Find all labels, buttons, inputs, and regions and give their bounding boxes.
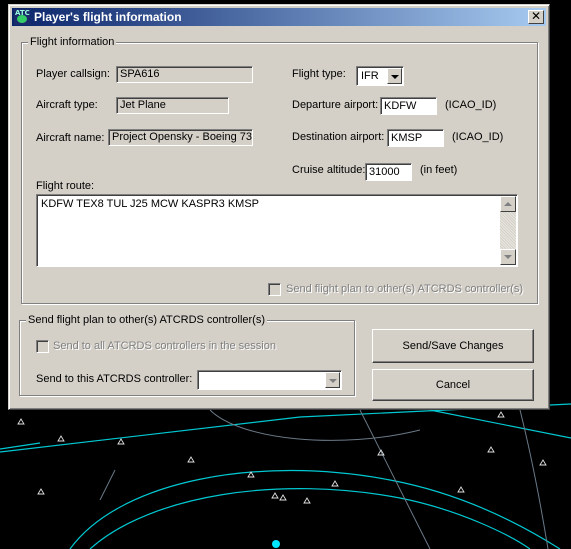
route-scrollbar[interactable] bbox=[500, 196, 516, 265]
radar-boundary-line bbox=[209, 409, 421, 441]
cancel-label: Cancel bbox=[435, 379, 471, 391]
callsign-label: Player callsign: bbox=[36, 68, 110, 80]
radar-target-dot bbox=[272, 540, 280, 548]
radar-waypoint bbox=[539, 459, 547, 466]
send-plan-group-title: Send flight plan to other(s) ATCRDS cont… bbox=[26, 313, 267, 327]
radar-waypoint bbox=[331, 480, 339, 487]
radar-waypoint bbox=[37, 488, 45, 495]
send-plan-checkbox-label: Send flight plan to other(s) ATCRDS cont… bbox=[286, 283, 523, 295]
chevron-down-icon[interactable] bbox=[387, 68, 402, 84]
radar-waypoint bbox=[271, 492, 279, 499]
aircraft-name-field: Project Opensky - Boeing 73 bbox=[108, 129, 253, 146]
flight-route-label: Flight route: bbox=[36, 180, 95, 192]
callsign-field: SPA616 bbox=[116, 66, 253, 83]
departure-airport-input[interactable]: KDFW bbox=[380, 97, 437, 115]
cruise-altitude-hint: (in feet) bbox=[420, 164, 458, 176]
flight-route-textarea[interactable]: KDFW TEX8 TUL J25 MCW KASPR3 KMSP bbox=[36, 194, 518, 267]
radar-range-ring bbox=[69, 469, 561, 549]
radar-range-ring bbox=[89, 488, 531, 549]
aircraft-type-label: Aircraft type: bbox=[36, 99, 98, 111]
radar-waypoint bbox=[279, 494, 287, 501]
radar-waypoint bbox=[497, 411, 505, 418]
chevron-down-icon[interactable] bbox=[325, 372, 340, 388]
radar-waypoint bbox=[117, 438, 125, 445]
flight-info-dialog: ATC Player's flight information ✕ Flight… bbox=[8, 4, 550, 410]
cruise-altitude-input[interactable]: 31000 bbox=[365, 163, 412, 181]
destination-airport-input[interactable]: KMSP bbox=[387, 129, 444, 147]
send-to-controller-select[interactable] bbox=[197, 370, 342, 390]
radar-waypoint bbox=[57, 435, 65, 442]
flight-information-group-title: Flight information bbox=[28, 35, 117, 49]
send-plan-checkbox[interactable] bbox=[268, 283, 281, 296]
scroll-down-icon[interactable] bbox=[500, 249, 516, 265]
destination-label: Destination airport: bbox=[292, 131, 385, 143]
flight-type-label: Flight type: bbox=[292, 68, 346, 80]
title-bar[interactable]: ATC Player's flight information ✕ bbox=[12, 8, 546, 26]
scroll-up-icon[interactable] bbox=[500, 196, 516, 212]
departure-icao-hint: (ICAO_ID) bbox=[445, 99, 497, 111]
flight-type-select[interactable]: IFR bbox=[356, 66, 404, 86]
flight-type-value: IFR bbox=[361, 70, 379, 82]
radar-waypoint bbox=[487, 446, 495, 453]
close-button[interactable]: ✕ bbox=[528, 10, 544, 24]
departure-label: Departure airport: bbox=[292, 99, 379, 111]
radar-airway-line bbox=[429, 409, 571, 439]
radar-waypoint bbox=[457, 486, 465, 493]
cruise-altitude-label: Cruise altitude: bbox=[292, 164, 366, 176]
aircraft-name-label: Aircraft name: bbox=[36, 132, 105, 144]
close-icon: ✕ bbox=[530, 9, 542, 23]
send-save-label: Send/Save Changes bbox=[402, 340, 504, 352]
send-all-checkbox[interactable] bbox=[36, 340, 49, 353]
flight-route-text: KDFW TEX8 TUL J25 MCW KASPR3 KMSP bbox=[41, 198, 260, 210]
send-to-label: Send to this ATCRDS controller: bbox=[36, 373, 193, 385]
app-icon: ATC bbox=[14, 9, 30, 25]
radar-boundary-line bbox=[99, 469, 116, 501]
send-save-button[interactable]: Send/Save Changes bbox=[372, 329, 534, 363]
radar-waypoint bbox=[17, 418, 25, 425]
send-all-label: Send to all ATCRDS controllers in the se… bbox=[53, 340, 276, 352]
radar-airway-line bbox=[0, 403, 571, 453]
aircraft-type-field: Jet Plane bbox=[116, 97, 229, 114]
window-title: Player's flight information bbox=[34, 10, 182, 24]
cancel-button[interactable]: Cancel bbox=[372, 369, 534, 401]
radar-waypoint bbox=[187, 456, 195, 463]
radar-boundary-line bbox=[359, 409, 431, 549]
destination-icao-hint: (ICAO_ID) bbox=[452, 131, 504, 143]
radar-waypoint bbox=[303, 497, 311, 504]
